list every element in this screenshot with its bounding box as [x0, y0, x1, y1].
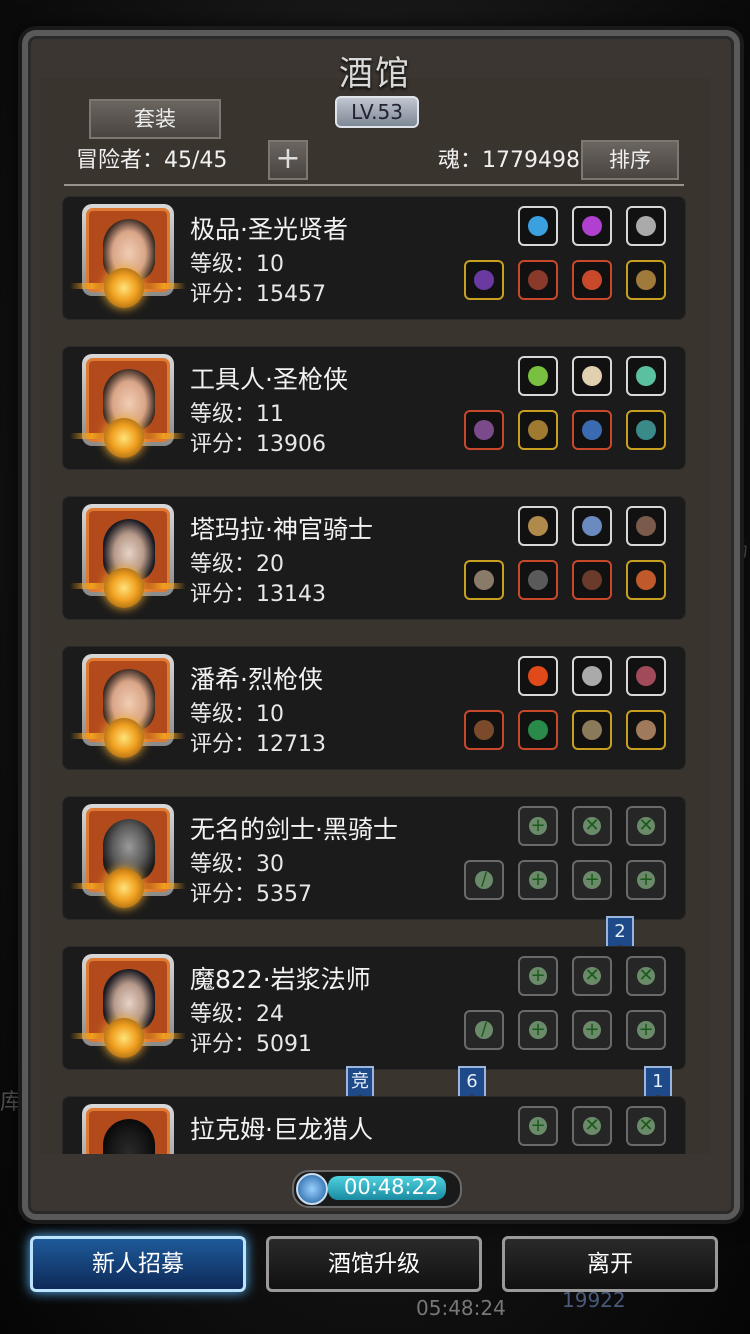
- hero-portrait[interactable]: [82, 1104, 174, 1154]
- empty-slot-icon[interactable]: +: [518, 806, 558, 846]
- hero-level: 等级：10: [190, 702, 284, 727]
- refresh-timer: 00:48:22: [292, 1170, 462, 1208]
- mace-icon[interactable]: [464, 560, 504, 600]
- pendant-icon[interactable]: [626, 560, 666, 600]
- hero-card[interactable]: 塔玛拉·神官骑士 等级：20 评分：13143: [62, 496, 686, 620]
- hero-level: 等级：11: [190, 402, 284, 427]
- crossbow-icon[interactable]: [464, 410, 504, 450]
- hero-card[interactable]: 工具人·圣枪侠 等级：11 评分：13906: [62, 346, 686, 470]
- feather-icon[interactable]: [572, 356, 612, 396]
- hero-card[interactable]: 无名的剑士·黑骑士 等级：30 评分：5357 + ✕ ✕ / + + +: [62, 796, 686, 920]
- empty-slot-icon[interactable]: ✕: [626, 806, 666, 846]
- stone-icon[interactable]: [626, 356, 666, 396]
- plant-icon[interactable]: [518, 356, 558, 396]
- empty-slot-icon[interactable]: ✕: [626, 956, 666, 996]
- rank-badge-icon: [104, 1018, 144, 1058]
- hero-score: 评分：13143: [190, 582, 326, 607]
- empty-slot-icon[interactable]: +: [626, 1010, 666, 1050]
- shield-icon[interactable]: [572, 710, 612, 750]
- hero-score: 评分：5357: [190, 882, 312, 907]
- chest-armor-icon[interactable]: [518, 560, 558, 600]
- empty-slot-icon[interactable]: +: [626, 860, 666, 900]
- vest-icon[interactable]: [518, 710, 558, 750]
- hero-name: 工具人·圣枪侠: [190, 365, 348, 394]
- badge-wing: [142, 883, 186, 889]
- background-time: 05:48:24: [416, 1296, 506, 1320]
- empty-slot-icon[interactable]: /: [464, 860, 504, 900]
- empty-slot-icon[interactable]: ✕: [626, 1106, 666, 1146]
- hero-card[interactable]: 魔822·岩浆法师 等级：24 评分：5091 + ✕ ✕ / + + +: [62, 946, 686, 1070]
- empty-slot-icon[interactable]: /: [464, 1010, 504, 1050]
- hero-name: 塔玛拉·神官骑士: [190, 515, 373, 544]
- background-soul: 19922: [562, 1288, 626, 1312]
- hat-icon[interactable]: [626, 656, 666, 696]
- hero-name: 极品·圣光贤者: [190, 215, 348, 244]
- empty-slot-icon[interactable]: ✕: [572, 806, 612, 846]
- hero-score: 评分：5091: [190, 1032, 312, 1057]
- hero-score: 评分：15457: [190, 282, 326, 307]
- hero-card[interactable]: 拉克姆·巨龙猎人 + ✕ ✕: [62, 1096, 686, 1154]
- hero-list[interactable]: 极品·圣光贤者 等级：10 评分：15457 工具人·圣枪侠 等级：11 评分：…: [0, 0, 750, 1154]
- orb-icon[interactable]: [518, 206, 558, 246]
- hero-card[interactable]: 极品·圣光贤者 等级：10 评分：15457: [62, 196, 686, 320]
- empty-slot-icon[interactable]: +: [518, 956, 558, 996]
- armor-icon[interactable]: [518, 260, 558, 300]
- hero-name: 拉克姆·巨龙猎人: [190, 1115, 373, 1144]
- rank-badge-icon: [104, 568, 144, 608]
- badge-wing: [142, 583, 186, 589]
- hero-name: 潘希·烈枪侠: [190, 665, 323, 694]
- hero-level: 等级：10: [190, 252, 284, 277]
- recruit-button[interactable]: 新人招募: [30, 1236, 246, 1292]
- flame-icon[interactable]: [518, 656, 558, 696]
- rank-badge-icon: [104, 268, 144, 308]
- timer-text: 00:48:22: [344, 1175, 439, 1199]
- staff-icon[interactable]: [464, 260, 504, 300]
- hero-score: 评分：12713: [190, 732, 326, 757]
- gun-icon[interactable]: [464, 710, 504, 750]
- ring-icon[interactable]: [626, 410, 666, 450]
- empty-slot-icon[interactable]: +: [572, 1010, 612, 1050]
- gem-icon[interactable]: [572, 206, 612, 246]
- rank-badge-icon: [104, 868, 144, 908]
- hero-level: 等级：20: [190, 552, 284, 577]
- badge-wing: [142, 283, 186, 289]
- glove-icon[interactable]: [626, 506, 666, 546]
- helmet-icon[interactable]: [518, 506, 558, 546]
- badge-wing: [142, 733, 186, 739]
- gauntlet-icon[interactable]: [626, 710, 666, 750]
- empty-slot-icon[interactable]: +: [518, 1106, 558, 1146]
- empty-slot-icon[interactable]: +: [518, 860, 558, 900]
- ring-icon[interactable]: [572, 260, 612, 300]
- mask-icon[interactable]: [626, 260, 666, 300]
- rank-badge-icon: [104, 418, 144, 458]
- leave-button[interactable]: 离开: [502, 1236, 718, 1292]
- necklace-icon[interactable]: [572, 506, 612, 546]
- empty-slot-icon[interactable]: +: [518, 1010, 558, 1050]
- armor-icon[interactable]: [518, 410, 558, 450]
- hero-score: 评分：13906: [190, 432, 326, 457]
- amulet-icon[interactable]: [572, 410, 612, 450]
- upgrade-tavern-button[interactable]: 酒馆升级: [266, 1236, 482, 1292]
- rank-badge-icon: [104, 718, 144, 758]
- hero-level: 等级：30: [190, 852, 284, 877]
- empty-slot-icon[interactable]: +: [572, 860, 612, 900]
- badge-wing: [142, 433, 186, 439]
- dagger-icon[interactable]: [626, 206, 666, 246]
- clock-icon: [296, 1173, 328, 1205]
- empty-slot-icon[interactable]: ✕: [572, 956, 612, 996]
- hero-name: 魔822·岩浆法师: [190, 965, 371, 994]
- hero-level: 等级：24: [190, 1002, 284, 1027]
- hero-name: 无名的剑士·黑骑士: [190, 815, 398, 844]
- hero-card[interactable]: 潘希·烈枪侠 等级：10 评分：12713: [62, 646, 686, 770]
- badge-wing: [142, 1033, 186, 1039]
- book-icon[interactable]: [572, 560, 612, 600]
- dagger-icon[interactable]: [572, 656, 612, 696]
- empty-slot-icon[interactable]: ✕: [572, 1106, 612, 1146]
